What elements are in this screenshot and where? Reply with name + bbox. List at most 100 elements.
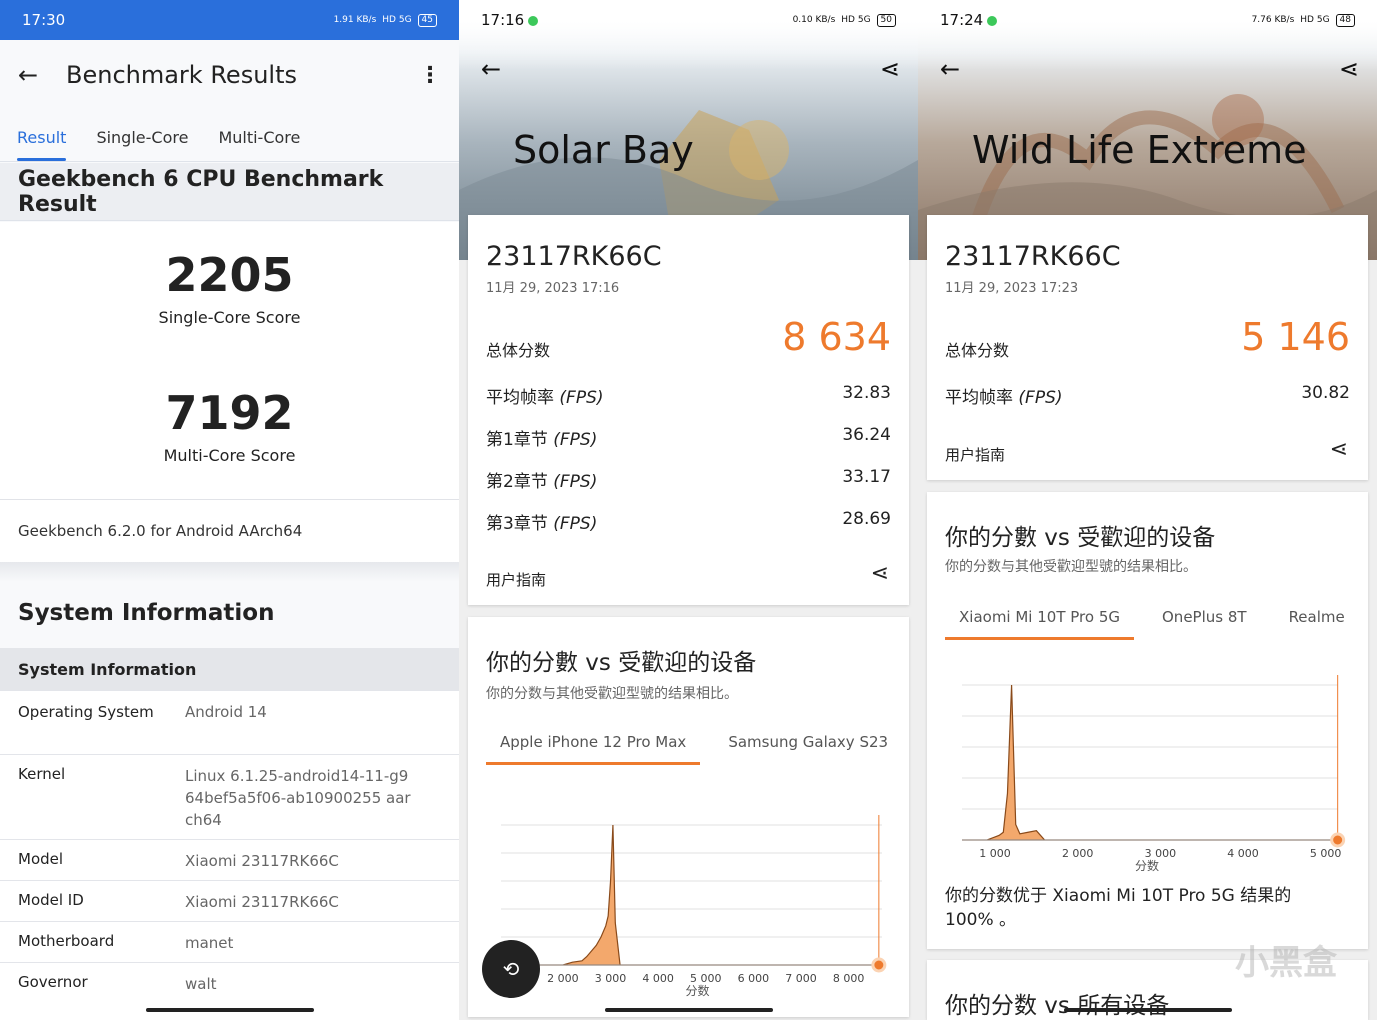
test-date: 11月 29, 2023 17:16 — [486, 281, 620, 296]
share-icon[interactable]: ⋖ — [1330, 437, 1348, 462]
multi-core-score: 7192 Multi-Core Score — [0, 386, 459, 465]
tab-compare-device[interactable]: Samsung Galaxy S23 — [728, 733, 902, 765]
watermark: 小黑盒 — [1235, 943, 1337, 983]
row-key: Model — [18, 850, 64, 868]
table-row: Model ID Xiaomi 23117RK66C — [0, 880, 459, 921]
more-vert-icon[interactable]: ⋮ — [419, 63, 441, 88]
version-text: Geekbench 6.2.0 for Android AArch64 — [0, 499, 459, 562]
x-tick-label: 6 000 — [738, 972, 770, 985]
total-score-value: 5 146 — [1241, 315, 1350, 359]
result-tabs: Result Single-Core Multi-Core — [0, 118, 459, 162]
table-row: Kernel Linux 6.1.25-android14-11-g964bef… — [0, 754, 459, 839]
home-indicator[interactable] — [145, 1008, 314, 1012]
row-value: Android 14 — [185, 703, 267, 721]
total-score-label: 总体分数 — [945, 341, 1010, 360]
metric-row: 第3章节 (FPS) 28.69 — [486, 509, 891, 534]
your-score-marker — [1330, 832, 1346, 848]
x-tick-label: 7 000 — [785, 972, 817, 985]
result-comparison-text: 你的分数优于 Xiaomi Mi 10T Pro 5G 结果的 100% 。 — [945, 886, 1292, 930]
metric-label: 第1章节 — [486, 430, 548, 450]
compare-title: 你的分數 vs 受歡迎的设备 — [486, 650, 757, 676]
status-time: 17:24 — [940, 11, 984, 29]
back-arrow-icon[interactable]: ← — [18, 61, 66, 89]
back-arrow-icon[interactable]: ← — [940, 55, 960, 83]
metric-unit: (FPS) — [559, 388, 604, 408]
share-icon[interactable]: ⋖ — [1339, 55, 1359, 83]
row-key: Model ID — [18, 891, 84, 909]
metric-value: 33.17 — [842, 467, 891, 487]
test-date: 11月 29, 2023 17:23 — [945, 281, 1079, 296]
sysinfo-header: System Information — [0, 648, 459, 690]
x-tick-label: 3 000 — [595, 972, 627, 985]
x-tick-label: 1 000 — [979, 847, 1011, 860]
x-tick-label: 2 000 — [547, 972, 579, 985]
x-tick-label: 2 000 — [1062, 847, 1094, 860]
total-score-value: 8 634 — [782, 315, 891, 359]
tab-compare-device[interactable]: OnePlus 8T — [1162, 608, 1261, 640]
row-value: walt — [185, 975, 217, 993]
net-speed: 1.91 KB/s — [333, 15, 377, 25]
metric-row: 第1章节 (FPS) 36.24 — [486, 425, 891, 450]
tab-single-core[interactable]: Single-Core — [96, 118, 188, 161]
net-speed: 7.76 KB/s — [1251, 15, 1295, 25]
row-value: Linux 6.1.25-android14-11-g964bef5a5f06-… — [185, 767, 411, 829]
x-tick-label: 8 000 — [833, 972, 865, 985]
tab-compare-device[interactable]: Apple iPhone 12 Pro Max — [486, 733, 701, 765]
battery-icon: 45 — [417, 13, 437, 27]
status-bar: 17:24 7.76 KB/s HD 5G 48 — [918, 0, 1377, 40]
tab-compare-device[interactable]: Realme X7 Pr — [1289, 608, 1350, 640]
metric-row: 第2章节 (FPS) 33.17 — [486, 467, 891, 492]
rotate-button[interactable]: ⟲ — [482, 940, 540, 998]
back-arrow-icon[interactable]: ← — [481, 55, 501, 83]
table-row: Governor walt — [0, 962, 459, 1003]
battery-icon: 48 — [1335, 13, 1355, 27]
your-score-marker — [871, 957, 887, 973]
share-icon[interactable]: ⋖ — [871, 561, 889, 586]
status-bar: 17:16 0.10 KB/s HD 5G 50 — [459, 0, 918, 40]
solar-bay-panel: 17:16 0.10 KB/s HD 5G 50 ← ⋖ Solar Bay 2… — [459, 0, 918, 1020]
row-key: Operating System — [18, 703, 154, 721]
row-value: manet — [185, 934, 234, 952]
net-speed: 0.10 KB/s — [792, 15, 836, 25]
x-tick-label: 4 000 — [642, 972, 674, 985]
home-indicator[interactable] — [604, 1008, 773, 1012]
metric-label: 第3章节 — [486, 514, 548, 534]
compare-tabs: Apple iPhone 12 Pro Max Samsung Galaxy S… — [486, 733, 902, 765]
app-bar: ← Benchmark Results ⋮ — [0, 40, 459, 110]
distribution-area — [515, 824, 879, 966]
user-guide-link[interactable]: 用户指南 — [486, 569, 546, 590]
metric-label: 第2章节 — [486, 472, 548, 492]
home-indicator[interactable] — [1063, 1008, 1232, 1012]
row-value: Xiaomi 23117RK66C — [185, 852, 339, 870]
device-name: 23117RK66C — [945, 241, 1121, 272]
table-row: Motherboard manet — [0, 921, 459, 962]
rotate-icon: ⟲ — [502, 957, 520, 981]
tab-result[interactable]: Result — [17, 118, 67, 161]
wild-life-panel: 17:24 7.76 KB/s HD 5G 48 ← ⋖ Wild Life E… — [918, 0, 1377, 1020]
compare-subtitle: 你的分数与其他受歡迎型號的结果相比。 — [486, 686, 738, 702]
compare-title: 你的分數 vs 受歡迎的设备 — [945, 525, 1216, 551]
row-key: Motherboard — [18, 932, 115, 950]
recording-dot-icon — [528, 15, 539, 26]
result-card: 23117RK66C 11月 29, 2023 17:16 总体分数 8 634… — [468, 215, 909, 605]
table-row: Operating System Android 14 — [0, 690, 459, 754]
geekbench-panel: 17:30 1.91 KB/s HD 5G 45 ← Benchmark Res… — [0, 0, 459, 1020]
benchmark-title: Wild Life Extreme — [972, 128, 1307, 172]
tab-multi-core[interactable]: Multi-Core — [218, 118, 300, 161]
page-title: Benchmark Results — [66, 61, 297, 89]
status-time: 17:16 — [481, 11, 525, 29]
total-score-label: 总体分数 — [486, 341, 551, 360]
single-core-label: Single-Core Score — [158, 308, 301, 327]
metric-value: 36.24 — [842, 425, 891, 445]
user-guide-link[interactable]: 用户指南 — [945, 444, 1005, 465]
row-key: Governor — [18, 973, 88, 991]
result-card: 23117RK66C 11月 29, 2023 17:23 总体分数 5 146… — [927, 215, 1368, 480]
sysinfo-title: System Information — [18, 600, 275, 626]
metric-label: 平均帧率 — [486, 388, 554, 408]
share-icon[interactable]: ⋖ — [880, 55, 900, 83]
recording-dot-icon — [987, 15, 998, 26]
section-title: Geekbench 6 CPU Benchmark Result — [0, 163, 459, 221]
tab-compare-device[interactable]: Xiaomi Mi 10T Pro 5G — [945, 608, 1134, 640]
score-distribution-chart: 1 000 2 000 3 000 4 000 5 000分数 — [962, 675, 1346, 873]
metric-unit: (FPS) — [553, 514, 598, 534]
